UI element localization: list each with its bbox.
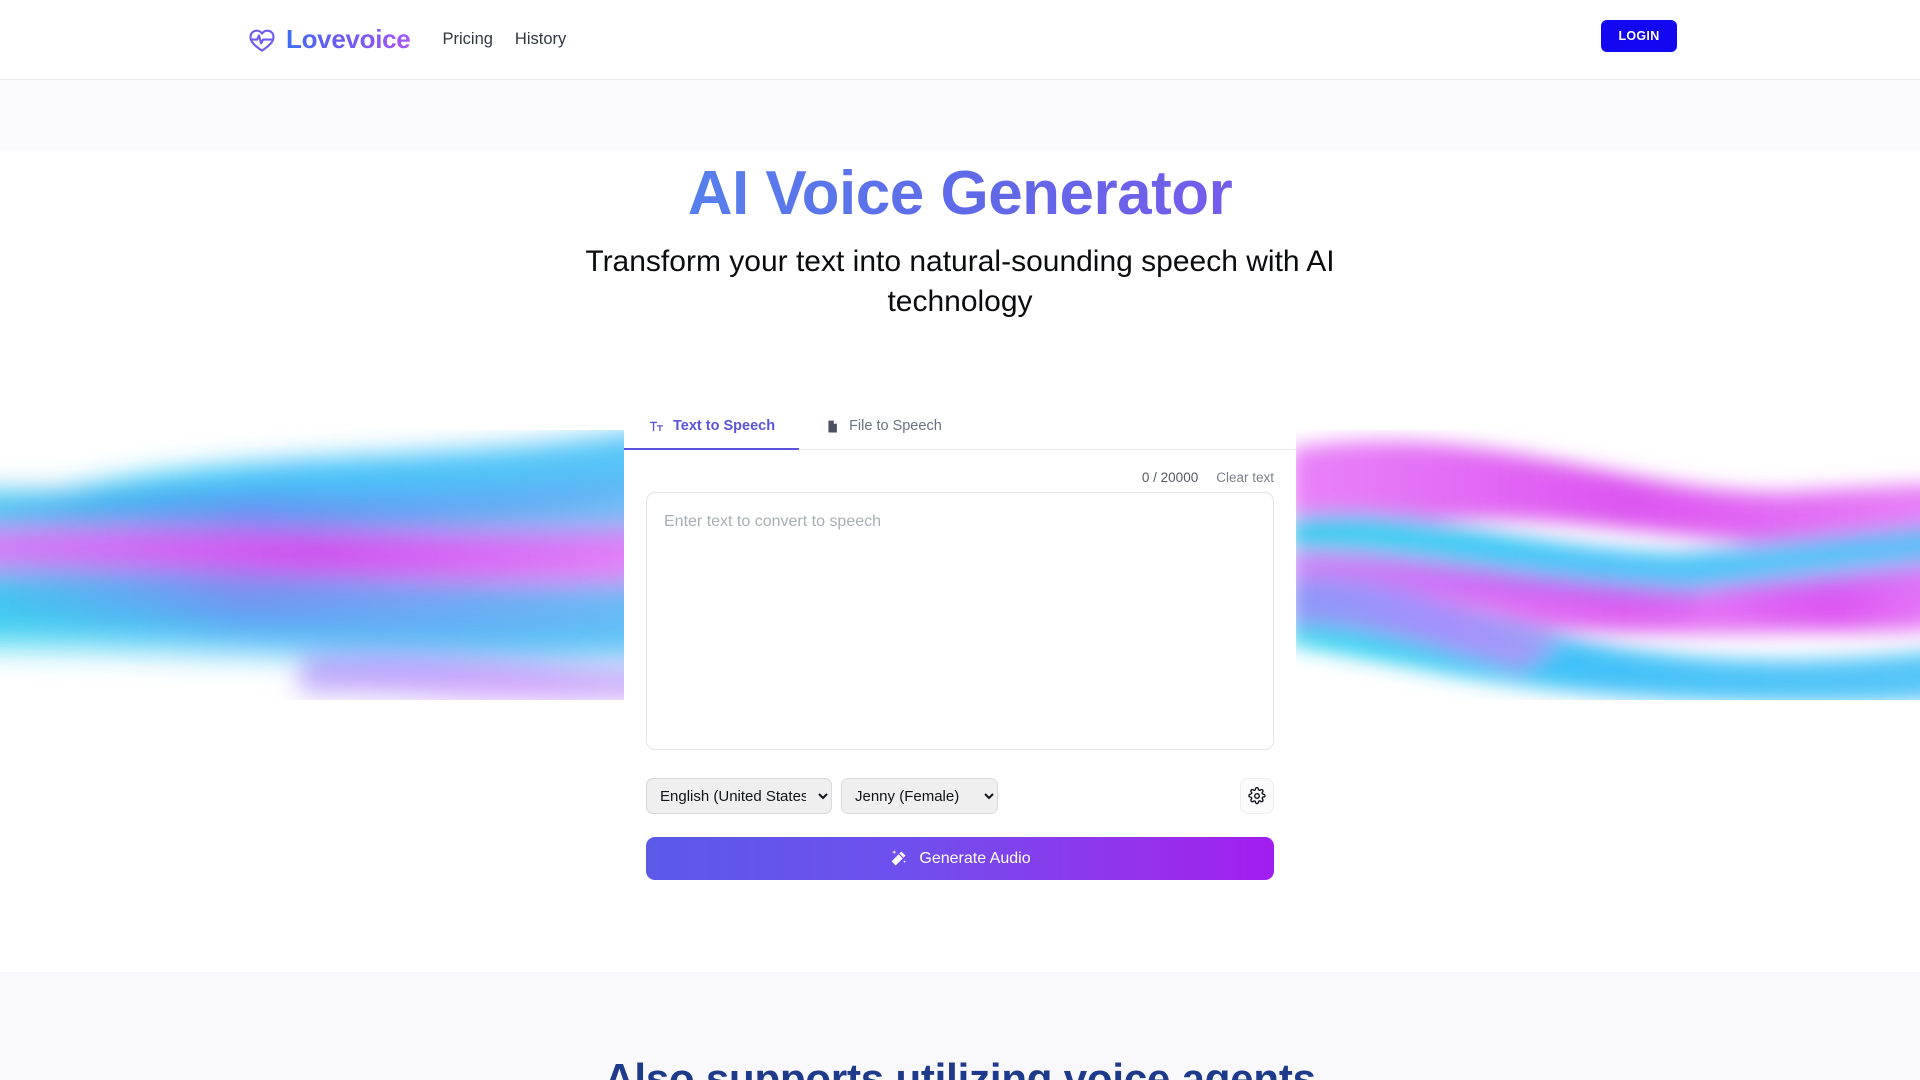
language-select[interactable]: English (United States) xyxy=(646,778,832,814)
converter-card: Text to Speech File to Speech 0 / 20000 … xyxy=(623,403,1296,972)
textarea-container xyxy=(624,492,1296,755)
text-format-icon xyxy=(649,419,664,434)
site-header: Lovevoice Pricing History LOGIN xyxy=(0,0,1920,80)
clear-text-button[interactable]: Clear text xyxy=(1216,470,1274,485)
page-title: AI Voice Generator xyxy=(0,151,1920,228)
lower-section-title: Also supports utilizing voice agents xyxy=(604,1055,1316,1080)
page-root: Lovevoice Pricing History LOGIN AI Voice… xyxy=(0,0,1920,1080)
brand-name: Lovevoice xyxy=(286,24,411,54)
nav-pricing[interactable]: Pricing xyxy=(442,31,492,48)
login-button[interactable]: LOGIN xyxy=(1601,20,1677,52)
lower-section: Also supports utilizing voice agents xyxy=(0,972,1920,1080)
tab-text-to-speech-label: Text to Speech xyxy=(673,418,776,434)
tab-file-to-speech-label: File to Speech xyxy=(849,418,942,434)
heart-pulse-icon xyxy=(247,25,277,55)
document-file-icon xyxy=(825,419,840,434)
magic-wand-icon xyxy=(889,849,908,868)
hero-section: AI Voice Generator Transform your text i… xyxy=(0,151,1920,322)
tab-text-to-speech[interactable]: Text to Speech xyxy=(623,403,800,450)
gear-icon xyxy=(1248,787,1266,805)
character-counter: 0 / 20000 xyxy=(1141,469,1199,485)
brand[interactable]: Lovevoice xyxy=(247,24,411,55)
voice-controls: English (United States) Jenny (Female) xyxy=(624,778,1296,814)
hero-subtitle: Transform your text into natural-soundin… xyxy=(585,245,1335,319)
main-nav: Pricing History xyxy=(442,31,566,48)
hero-background-band xyxy=(0,80,1920,151)
converter-tabs: Text to Speech File to Speech xyxy=(623,403,1296,450)
tab-file-to-speech[interactable]: File to Speech xyxy=(823,403,944,449)
textarea-toolbar: 0 / 20000 Clear text xyxy=(624,462,1296,492)
settings-button[interactable] xyxy=(1240,778,1274,814)
generate-audio-label: Generate Audio xyxy=(919,849,1031,867)
text-input[interactable] xyxy=(646,492,1274,750)
voice-select[interactable]: Jenny (Female) xyxy=(841,778,998,814)
nav-history[interactable]: History xyxy=(515,31,566,48)
generate-audio-button[interactable]: Generate Audio xyxy=(646,837,1274,880)
